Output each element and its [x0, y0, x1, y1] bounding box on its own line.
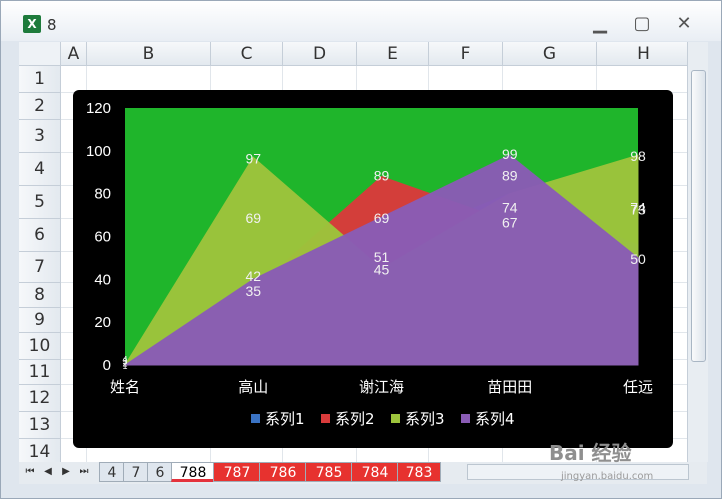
row-header-3[interactable]: 3: [19, 120, 61, 153]
row-header-7[interactable]: 7: [19, 252, 61, 283]
data-label: 35: [245, 283, 261, 299]
sheet-tab-786[interactable]: 786: [259, 462, 307, 482]
column-header-B[interactable]: B: [87, 42, 211, 66]
vertical-scroll-thumb[interactable]: [691, 70, 706, 362]
row-header-4[interactable]: 4: [19, 153, 61, 186]
x-tick-label: 高山: [238, 378, 268, 396]
x-tick-label: 苗田田: [487, 378, 532, 396]
data-label: 89: [502, 167, 518, 183]
excel-icon: X: [23, 15, 41, 33]
row-header-13[interactable]: 13: [19, 412, 61, 439]
legend-label: 系列4: [475, 410, 515, 428]
row-header-12[interactable]: 12: [19, 385, 61, 412]
data-label: 69: [374, 210, 390, 226]
row-header-1[interactable]: 1: [19, 66, 61, 93]
watermark-logo: Bai 经验: [549, 441, 632, 465]
legend-swatch: [391, 414, 400, 423]
legend-label: 系列1: [265, 410, 305, 428]
y-tick-label: 100: [86, 143, 111, 160]
column-header-C[interactable]: C: [211, 42, 283, 66]
next-sheet-button[interactable]: ▶: [59, 464, 73, 480]
sheet-tab-787[interactable]: 787: [213, 462, 261, 482]
window-title: 8: [47, 16, 57, 34]
data-label: 99: [502, 146, 518, 162]
select-all-corner[interactable]: [19, 42, 61, 66]
row-header-11[interactable]: 11: [19, 360, 61, 385]
sheet-tab-785[interactable]: 785: [305, 462, 353, 482]
y-tick-label: 0: [103, 357, 111, 374]
sheet-tab-7[interactable]: 7: [123, 462, 149, 482]
minimize-icon[interactable]: ▁: [585, 13, 615, 35]
row-header-2[interactable]: 2: [19, 93, 61, 120]
data-label: 74: [630, 200, 646, 216]
column-header-G[interactable]: G: [503, 42, 597, 66]
data-label: 67: [502, 215, 518, 231]
row-header-9[interactable]: 9: [19, 308, 61, 333]
column-header-A[interactable]: A: [61, 42, 87, 66]
data-label: 4: [122, 354, 127, 364]
row-header-8[interactable]: 8: [19, 283, 61, 308]
legend-swatch: [461, 414, 470, 423]
x-tick-label: 姓名: [110, 378, 140, 396]
sheet-tab-788[interactable]: 788: [171, 462, 215, 482]
sheet-tab-784[interactable]: 784: [351, 462, 399, 482]
column-header-D[interactable]: D: [283, 42, 357, 66]
row-header-5[interactable]: 5: [19, 186, 61, 219]
vertical-scrollbar[interactable]: [687, 42, 708, 462]
row-header-14[interactable]: 14: [19, 439, 61, 462]
title-bar: X 8 ▁ ▢ ✕: [1, 1, 721, 41]
legend-label: 系列3: [405, 410, 445, 428]
data-label: 74: [502, 200, 518, 216]
y-tick-label: 60: [94, 229, 111, 246]
column-header-E[interactable]: E: [357, 42, 429, 66]
row-header-6[interactable]: 6: [19, 219, 61, 252]
legend-swatch: [251, 414, 260, 423]
chart-container[interactable]: 0 20 40 60 80 100 120 姓名 高山 谢江海 苗田田 任远 1 42 51 74 73 2 35 8…: [73, 90, 673, 448]
sheet-tab-783[interactable]: 783: [397, 462, 441, 482]
data-label: 69: [245, 210, 261, 226]
area-chart[interactable]: 020406080100120姓名 高山 谢江海 苗田田 任远1425174 732358…: [73, 90, 673, 448]
prev-sheet-button[interactable]: ◀: [41, 464, 55, 480]
watermark-url: jingyan.baidu.com: [561, 471, 654, 482]
x-tick-label: 任远: [623, 378, 653, 396]
data-label: 42: [245, 268, 261, 284]
row-header-10[interactable]: 10: [19, 333, 61, 360]
legend-label: 系列2: [335, 410, 375, 428]
x-tick-label: 谢江海: [359, 378, 404, 396]
maximize-icon[interactable]: ▢: [627, 13, 657, 35]
y-tick-label: 80: [94, 186, 111, 203]
y-tick-label: 40: [94, 271, 111, 288]
data-label: 98: [630, 148, 646, 164]
data-label: 97: [245, 150, 261, 166]
excel-window: X 8 ▁ ▢ ✕ ABCDEFGH 1 2 3 4 5 6 7 8 9 10 11 12 13 14 0…: [0, 0, 722, 499]
data-label: 45: [374, 262, 390, 278]
data-label: 89: [374, 167, 390, 183]
column-header-H[interactable]: H: [597, 42, 687, 66]
last-sheet-button[interactable]: ⏭: [77, 464, 91, 480]
legend-swatch: [321, 414, 330, 423]
y-tick-label: 20: [94, 314, 111, 331]
y-tick-label: 120: [86, 100, 111, 117]
sheet-tab-6[interactable]: 6: [147, 462, 173, 482]
column-header-F[interactable]: F: [429, 42, 503, 66]
close-icon[interactable]: ✕: [669, 13, 699, 35]
sheet-tab-4[interactable]: 4: [99, 462, 125, 482]
data-label: 50: [630, 251, 646, 267]
first-sheet-button[interactable]: ⏮: [23, 464, 37, 480]
